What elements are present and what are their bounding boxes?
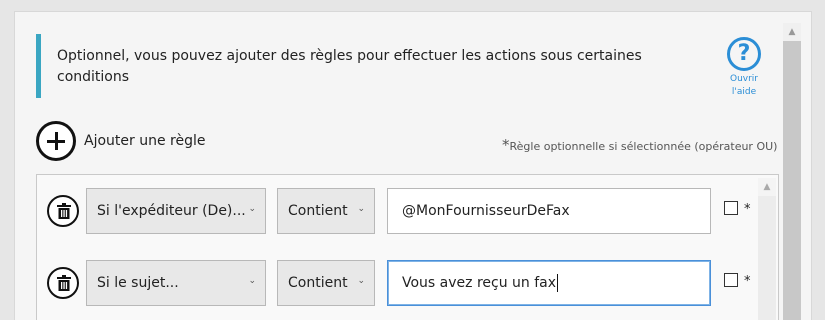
operator-select-2[interactable]: Contient ⌄	[277, 260, 375, 306]
value-input-text: Vous avez reçu un fax	[402, 275, 557, 291]
plus-circle-icon	[36, 121, 76, 161]
optional-star-2: *	[744, 274, 751, 289]
rules-scrollbar[interactable]: ▲	[758, 178, 776, 320]
help-label-line2: l'aide	[731, 87, 757, 97]
page-scrollbar[interactable]: ▲	[783, 23, 801, 320]
info-accent-bar	[36, 34, 41, 98]
optional-note-star: *	[502, 136, 510, 154]
rules-list: Si l'expéditeur (De)... ⌄ Contient ⌄ @Mo…	[36, 174, 779, 320]
help-label-line1: Ouvrir	[729, 74, 758, 84]
add-rule-button[interactable]: Ajouter une règle	[36, 121, 205, 161]
operator-select-1[interactable]: Contient ⌄	[277, 188, 375, 234]
trash-icon[interactable]	[47, 267, 79, 299]
add-rule-label: Ajouter une règle	[84, 133, 206, 149]
text-caret	[557, 274, 559, 292]
optional-checkbox-1[interactable]	[724, 201, 738, 215]
optional-checkbox-2[interactable]	[724, 273, 738, 287]
chevron-down-icon: ⌄	[357, 276, 365, 286]
value-input-2[interactable]: Vous avez reçu un fax	[387, 260, 711, 306]
condition-select-value: Si l'expéditeur (De)...	[97, 203, 246, 219]
operator-select-value: Contient	[288, 203, 348, 219]
optional-star-1: *	[744, 202, 751, 217]
value-input-text: @MonFournisseurDeFax	[402, 203, 570, 219]
operator-select-value: Contient	[288, 275, 348, 291]
value-input-1[interactable]: @MonFournisseurDeFax	[387, 188, 711, 234]
chevron-down-icon: ⌄	[357, 204, 365, 214]
optional-note-text: Règle optionnelle si sélectionnée (opéra…	[509, 140, 778, 153]
rule-row-2	[47, 260, 79, 306]
chevron-down-icon: ⌄	[248, 276, 256, 286]
condition-select-2[interactable]: Si le sujet... ⌄	[86, 260, 266, 306]
condition-select-1[interactable]: Si l'expéditeur (De)... ⌄	[86, 188, 266, 234]
chevron-down-icon: ⌄	[248, 204, 256, 214]
help-circle-icon: ?	[727, 37, 761, 71]
rule-row-1	[47, 188, 79, 234]
optional-rule-note: *Règle optionnelle si sélectionnée (opér…	[502, 136, 778, 158]
scroll-up-icon[interactable]: ▲	[783, 23, 801, 41]
trash-icon[interactable]	[47, 195, 79, 227]
scroll-up-icon[interactable]: ▲	[758, 178, 776, 196]
info-text: Optionnel, vous pouvez ajouter des règle…	[57, 48, 642, 85]
help-button[interactable]: ? Ouvrir l'aide	[723, 37, 765, 99]
condition-select-value: Si le sujet...	[97, 275, 179, 291]
